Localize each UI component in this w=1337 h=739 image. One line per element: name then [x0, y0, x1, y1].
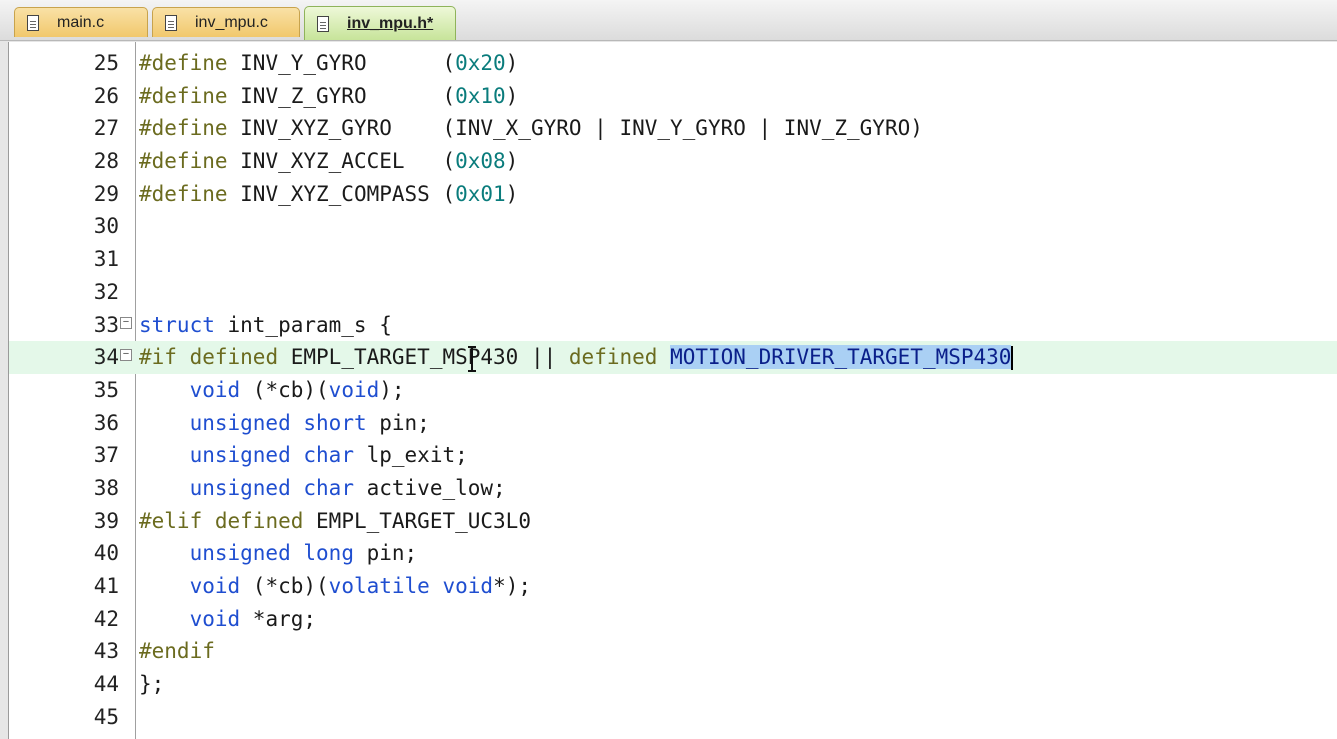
line-number: 26 [93, 83, 119, 108]
line-number: 38 [93, 475, 119, 500]
code-text: void (*cb)(volatile void*); [189, 574, 531, 598]
code-line[interactable]: 43 #endif [9, 635, 1337, 668]
code-editor[interactable]: 25 #define INV_Y_GYRO (0x20) 26 #define INV… [8, 42, 1337, 739]
line-number: 32 [93, 279, 119, 304]
code-text: #define INV_Y_GYRO (0x20) [139, 51, 519, 75]
code-line[interactable]: 31 [9, 243, 1337, 276]
tab-label: inv_mpu.c [195, 13, 268, 31]
code-line[interactable]: 26 #define INV_Z_GYRO (0x10) [9, 80, 1337, 113]
code-lines: 25 #define INV_Y_GYRO (0x20) 26 #define INV… [9, 47, 1337, 733]
line-number: 40 [93, 541, 119, 566]
code-line[interactable]: 25 #define INV_Y_GYRO (0x20) [9, 47, 1337, 80]
code-line[interactable]: 39 #elif defined EMPL_TARGET_UC3L0 [9, 505, 1337, 538]
line-number: 27 [93, 116, 119, 141]
code-text: #define INV_XYZ_GYRO (INV_X_GYRO | INV_Y… [139, 116, 923, 141]
code-text: #endif [139, 639, 215, 664]
tab-main-c[interactable]: main.c [14, 7, 148, 37]
line-number: 37 [93, 443, 119, 468]
code-line[interactable]: 44}; [9, 668, 1337, 701]
line-number: 35 [93, 377, 119, 402]
code-text: unsigned char lp_exit; [189, 443, 468, 468]
code-line[interactable]: 41 void (*cb)(volatile void*); [9, 570, 1337, 603]
code-text: unsigned char active_low; [189, 475, 506, 500]
code-line[interactable]: 40 unsigned long pin; [9, 537, 1337, 570]
line-number: 31 [93, 247, 119, 272]
line-number: 45 [93, 704, 119, 729]
text-cursor-icon [468, 346, 476, 372]
code-text: #if defined EMPL_TARGET_MSP430 || define… [139, 345, 1014, 371]
document-icon [165, 14, 177, 31]
code-line[interactable]: 33− struct int_param_s { [9, 309, 1337, 342]
code-line[interactable]: 38 unsigned char active_low; [9, 472, 1337, 505]
code-text: #define INV_Z_GYRO (0x10) [139, 83, 519, 108]
code-line[interactable]: 27 #define INV_XYZ_GYRO (INV_X_GYRO | INV… [9, 112, 1337, 145]
code-text: void (*cb)(void); [189, 377, 405, 402]
collapse-icon[interactable]: − [120, 349, 132, 362]
editor-tab-bar: main.c inv_mpu.c inv_mpu.h* [0, 0, 1337, 41]
code-text: #define INV_XYZ_COMPASS (0x01) [139, 181, 519, 206]
code-text: unsigned short pin; [189, 410, 430, 435]
code-line[interactable]: 30 [9, 210, 1337, 243]
code-text: unsigned long pin; [189, 541, 418, 566]
line-number: 36 [93, 410, 119, 435]
collapse-icon[interactable]: − [120, 316, 132, 329]
code-line[interactable]: 28 #define INV_XYZ_ACCEL (0x08) [9, 145, 1337, 178]
tab-label: inv_mpu.h* [347, 14, 434, 32]
line-number: 34 [93, 345, 119, 370]
code-line[interactable]: 42 void *arg; [9, 603, 1337, 636]
code-text: }; [139, 672, 165, 697]
code-text: struct int_param_s { [139, 312, 392, 337]
line-number: 33 [93, 312, 119, 337]
line-number: 44 [93, 672, 119, 697]
code-text: #define INV_XYZ_ACCEL (0x08) [139, 149, 519, 174]
line-number: 42 [93, 606, 119, 631]
tab-inv-mpu-c[interactable]: inv_mpu.c [152, 7, 300, 37]
line-number: 39 [93, 508, 119, 533]
code-text: void *arg; [189, 606, 317, 631]
line-number: 41 [93, 574, 119, 598]
tab-inv-mpu-h[interactable]: inv_mpu.h* [304, 6, 456, 40]
tab-label: main.c [57, 13, 105, 31]
caret [1011, 346, 1014, 371]
line-number: 29 [93, 181, 119, 206]
document-icon [317, 15, 329, 32]
line-number: 30 [93, 214, 119, 239]
line-number: 25 [93, 51, 119, 75]
document-icon [27, 14, 39, 31]
code-line[interactable]: 32 [9, 276, 1337, 309]
code-line[interactable]: 36 unsigned short pin; [9, 407, 1337, 440]
line-number: 28 [93, 149, 119, 174]
code-line[interactable]: 45 [9, 701, 1337, 734]
code-line[interactable]: 37 unsigned char lp_exit; [9, 439, 1337, 472]
code-text: #elif defined EMPL_TARGET_UC3L0 [139, 508, 531, 533]
code-line[interactable]: 34− #if defined EMPL_TARGET_MSP430 || def… [9, 341, 1337, 374]
code-line[interactable]: 35 void (*cb)(void); [9, 374, 1337, 407]
line-number: 43 [93, 639, 119, 664]
code-line[interactable]: 29 #define INV_XYZ_COMPASS (0x01) [9, 178, 1337, 211]
